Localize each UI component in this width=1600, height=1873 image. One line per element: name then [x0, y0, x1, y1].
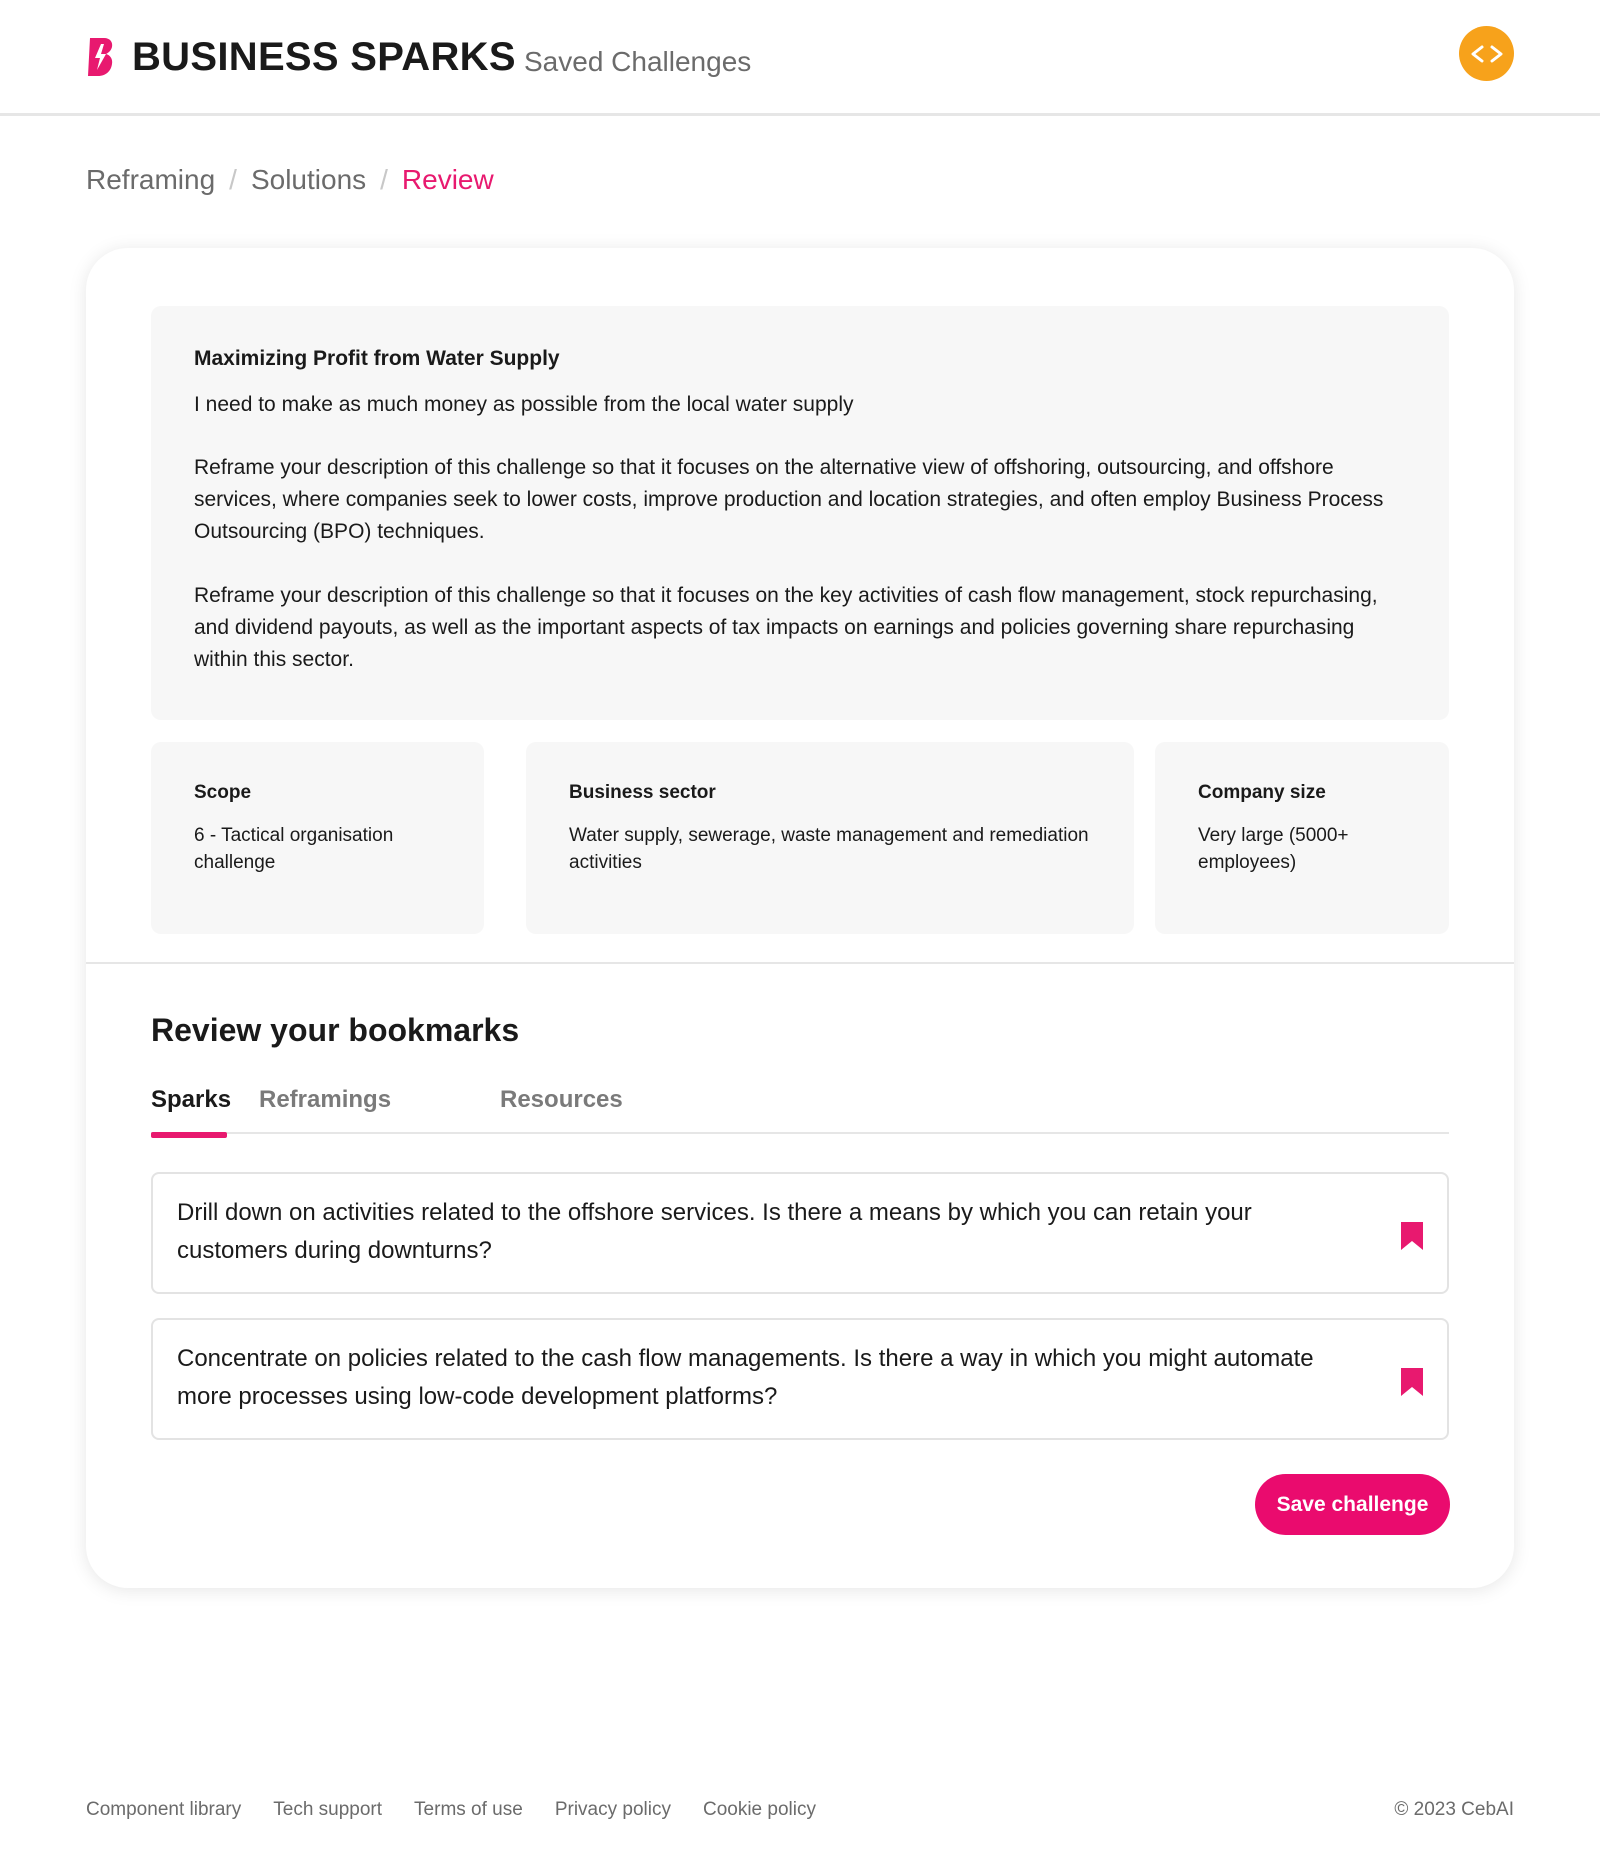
tab-reframings[interactable]: Reframings — [259, 1084, 391, 1134]
bookmark-toggle[interactable] — [1398, 1220, 1426, 1252]
breadcrumb-reframing[interactable]: Reframing — [86, 162, 215, 198]
spark-item: Concentrate on policies related to the c… — [151, 1318, 1449, 1440]
tab-resources[interactable]: Resources — [500, 1084, 623, 1134]
company-size-panel: Company size Very large (5000+ employees… — [1155, 742, 1449, 934]
bookmark-tabs: Sparks Reframings Resources — [151, 1084, 1449, 1138]
section-divider — [86, 962, 1514, 964]
challenge-statement: I need to make as much money as possible… — [194, 393, 854, 416]
scope-label: Scope — [194, 782, 252, 803]
breadcrumb-solutions[interactable]: Solutions — [251, 162, 366, 198]
footer-link-component-library[interactable]: Component library — [86, 1797, 241, 1823]
company-size-label: Company size — [1198, 782, 1326, 803]
breadcrumb-separator: / — [229, 164, 237, 195]
footer-links: Component library Tech support Terms of … — [86, 1797, 848, 1823]
challenge-title: Maximizing Profit from Water Supply — [194, 347, 560, 370]
spark-text: Drill down on activities related to the … — [177, 1199, 1252, 1264]
brand-logo[interactable]: BUSINESS SPARKS — [86, 36, 516, 78]
bookmark-filled-icon — [1401, 1222, 1423, 1250]
breadcrumb: Reframing / Solutions / Review — [86, 162, 494, 198]
top-header: BUSINESS SPARKS Saved Challenges — [0, 0, 1600, 116]
brand-name: BUSINESS SPARKS — [132, 35, 516, 79]
footer-link-terms-of-use[interactable]: Terms of use — [414, 1797, 523, 1823]
breadcrumb-review: Review — [401, 164, 494, 195]
scope-panel: Scope 6 - Tactical organisation challeng… — [151, 742, 484, 934]
code-brackets-icon — [1471, 45, 1502, 62]
footer-link-tech-support[interactable]: Tech support — [273, 1797, 382, 1823]
spark-item: Drill down on activities related to the … — [151, 1172, 1449, 1294]
save-challenge-button[interactable]: Save challenge — [1255, 1474, 1450, 1535]
footer-link-privacy-policy[interactable]: Privacy policy — [555, 1797, 671, 1823]
copyright: © 2023 CebAI — [1394, 1799, 1514, 1820]
challenge-review-card: Maximizing Profit from Water Supply I ne… — [86, 248, 1514, 1588]
bookmarks-heading: Review your bookmarks — [151, 1012, 520, 1048]
user-avatar[interactable] — [1459, 26, 1514, 81]
bookmark-toggle[interactable] — [1398, 1366, 1426, 1398]
lightning-b-logo-icon — [88, 38, 113, 76]
reframing-text: Reframe your description of this challen… — [194, 584, 1378, 671]
company-size-value: Very large (5000+ employees) — [1198, 825, 1349, 873]
breadcrumb-separator: / — [380, 164, 388, 195]
business-sector-value: Water supply, sewerage, waste management… — [569, 825, 1089, 873]
footer-link-cookie-policy[interactable]: Cookie policy — [703, 1797, 816, 1823]
page-footer: Component library Tech support Terms of … — [86, 1797, 1514, 1827]
challenge-description-panel: Maximizing Profit from Water Supply I ne… — [151, 306, 1449, 720]
reframing-text: Reframe your description of this challen… — [194, 456, 1384, 543]
tab-sparks[interactable]: Sparks — [151, 1084, 231, 1138]
scope-value: 6 - Tactical organisation challenge — [194, 825, 394, 873]
page: BUSINESS SPARKS Saved Challenges Reframi… — [0, 0, 1600, 1873]
saved-challenges-link[interactable]: Saved Challenges — [524, 44, 751, 80]
business-sector-panel: Business sector Water supply, sewerage, … — [526, 742, 1134, 934]
bookmark-filled-icon — [1401, 1368, 1423, 1396]
spark-text: Concentrate on policies related to the c… — [177, 1345, 1314, 1410]
business-sector-label: Business sector — [569, 782, 716, 803]
